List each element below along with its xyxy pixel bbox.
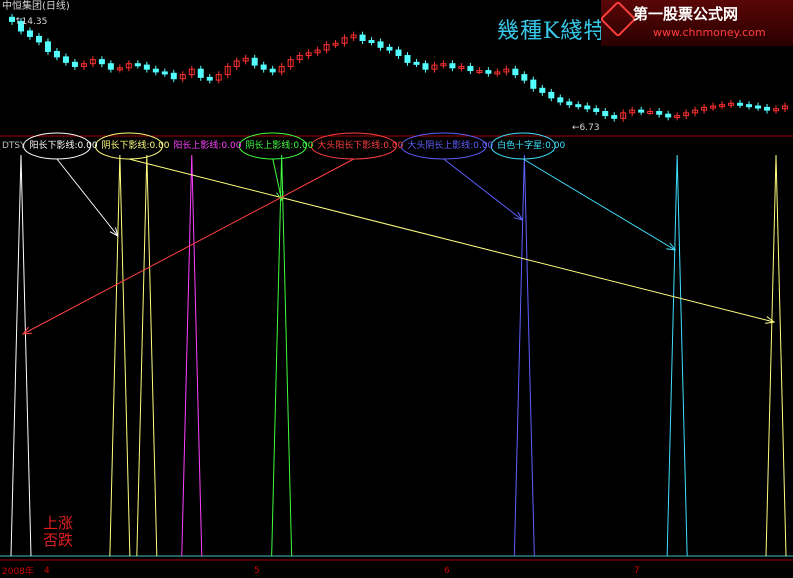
candle-body	[35, 35, 42, 43]
candle-body	[575, 104, 582, 108]
candle-body	[143, 64, 150, 70]
arrow-icon: ←	[572, 123, 580, 133]
candle-body	[359, 34, 366, 42]
axis-year-label: 2008年	[2, 567, 34, 577]
candle-body	[755, 105, 762, 109]
candle-body	[557, 97, 564, 103]
candle-body	[764, 106, 771, 111]
candle-body	[584, 105, 591, 110]
candle-body	[134, 63, 141, 67]
candle-body	[665, 113, 672, 118]
indicator-item: 阴长上影线:0.00	[245, 141, 317, 151]
candle-body	[512, 68, 519, 76]
candle-body	[467, 65, 474, 72]
candle-body	[413, 61, 420, 65]
candle-body	[71, 61, 78, 67]
candle-body	[530, 79, 537, 89]
candle-body	[611, 115, 618, 119]
candle-body	[206, 76, 213, 81]
candle-body	[26, 30, 33, 37]
candle-body	[170, 72, 177, 80]
watermark-main: 第一股票公式网	[633, 5, 739, 23]
price-low-label: ←6.73	[572, 123, 600, 133]
signal-spike	[765, 154, 787, 557]
candle-body	[593, 108, 600, 112]
candle-body	[566, 101, 573, 106]
signal-spike	[109, 154, 131, 557]
indicator-item: 大头阳长下影线:0.00	[317, 141, 407, 151]
kline-chart[interactable]	[0, 0, 793, 578]
indicator-item: 阳长下影线:0.00	[29, 141, 101, 151]
candle-body	[395, 49, 402, 57]
stamp-seal: 上涨 否跌	[43, 514, 74, 549]
signal-spike	[666, 154, 688, 557]
indicator-name: DTSY	[2, 141, 26, 151]
candle-body	[602, 110, 609, 117]
candle-body	[269, 68, 276, 73]
indicator-item: 阴长下影线:0.00	[101, 141, 173, 151]
candle-body	[656, 110, 663, 115]
candle-body	[152, 68, 159, 73]
indicator-legend: DTSY 阳长下影线:0.00 阴长下影线:0.00 阳长上影线:0.00 阴长…	[2, 138, 567, 151]
arrow-head	[666, 242, 677, 251]
axis-month-label: 7	[634, 566, 640, 576]
candle-body	[62, 56, 69, 63]
axis-month-label: 6	[444, 566, 450, 576]
candle-body	[260, 64, 267, 70]
price-high-label: ↑14.35	[14, 17, 48, 27]
axis-month-label: 4	[44, 566, 50, 576]
arrow-icon: ↑	[14, 17, 22, 27]
candle-body	[107, 63, 114, 70]
window-title: 中恒集团(日线)	[2, 1, 70, 12]
candle-body	[161, 71, 168, 75]
candle-body	[368, 40, 375, 44]
candle-body	[449, 63, 456, 69]
signal-spike	[513, 154, 535, 557]
candle-body	[53, 50, 60, 58]
indicator-item: 白色十字星:0.00	[497, 141, 566, 151]
candle-body	[746, 104, 753, 108]
candle-body	[386, 46, 393, 51]
signal-spike	[271, 154, 293, 557]
watermark-url: www.chnmoney.com	[653, 26, 766, 39]
signal-spike	[181, 154, 203, 557]
candle-body	[638, 109, 645, 113]
candle-body	[422, 63, 429, 70]
candle-body	[377, 41, 384, 48]
candle-body	[521, 74, 528, 81]
annotation-arrow	[522, 158, 676, 251]
signal-spike	[136, 154, 158, 557]
candle-body	[404, 55, 411, 63]
candle-body	[44, 41, 51, 52]
indicator-item: 大头阴长上影线:0.00	[407, 141, 497, 151]
candle-body	[251, 57, 258, 66]
annotation-arrow	[443, 158, 523, 221]
signal-spike	[10, 154, 32, 557]
axis-month-label: 5	[254, 566, 260, 576]
candle-body	[737, 102, 744, 106]
candle-body	[548, 91, 555, 99]
annotation-arrow	[56, 158, 119, 237]
candle-body	[485, 70, 492, 74]
candle-body	[197, 68, 204, 78]
candle-body	[539, 87, 546, 93]
indicator-item: 阳长上影线:0.00	[173, 141, 245, 151]
candle-body	[98, 59, 105, 65]
annotation-arrow	[128, 158, 775, 323]
